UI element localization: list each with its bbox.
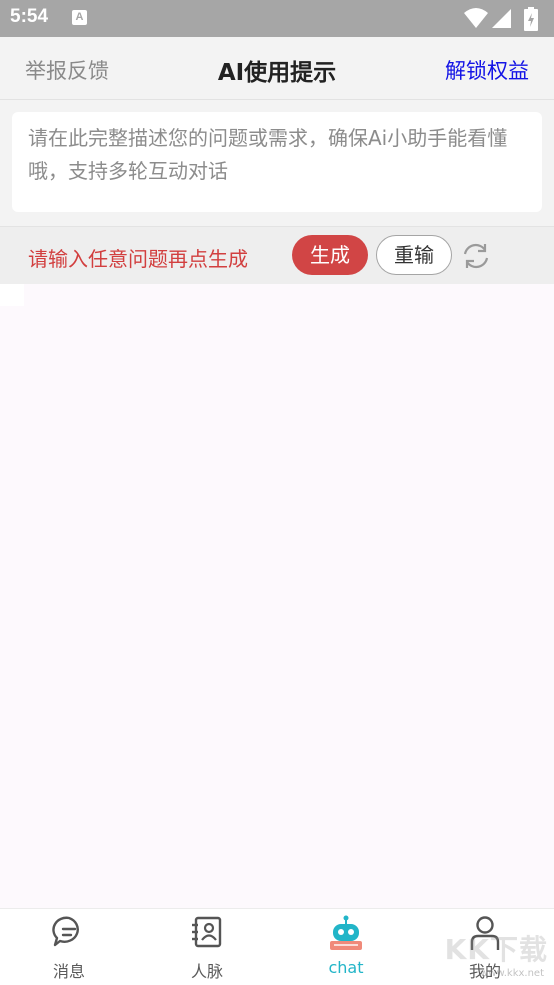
robot-icon [330, 915, 362, 950]
watermark: KK下载 [444, 933, 548, 966]
status-icons [464, 7, 544, 31]
battery-icon [524, 7, 538, 31]
question-placeholder: 请在此完整描述您的问题或需求，确保Ai小助手能看懂哦，支持多轮互动对话 [28, 126, 508, 183]
contacts-icon [192, 916, 222, 948]
action-row: 请输入任意问题再点生成 生成 重输 [0, 226, 554, 284]
status-bar: 5:54 A [0, 0, 554, 37]
status-time: 5:54 [10, 6, 49, 27]
nav-item-messages[interactable]: 消息 [0, 909, 138, 985]
top-header: 举报反馈 AI使用提示 解锁权益 [0, 37, 554, 100]
nav-label-chat: chat [328, 958, 364, 977]
wifi-icon [464, 8, 488, 28]
signal-icon [492, 9, 511, 28]
answer-content-area[interactable] [0, 284, 554, 908]
watermark-url: www.kkx.net [480, 968, 544, 979]
content-placeholder [0, 284, 24, 306]
question-input-wrap: 请在此完整描述您的问题或需求，确保Ai小助手能看懂哦，支持多轮互动对话 [0, 100, 554, 226]
reenter-button[interactable]: 重输 [376, 235, 452, 275]
message-icon [52, 916, 79, 947]
refresh-icon[interactable] [460, 240, 492, 272]
nav-label-messages: 消息 [52, 962, 85, 981]
nav-item-chat[interactable]: chat [277, 909, 415, 985]
nav-label-contacts: 人脉 [190, 962, 223, 981]
nav-item-contacts[interactable]: 人脉 [138, 909, 276, 985]
input-hint: 请输入任意问题再点生成 [28, 247, 248, 271]
unlock-benefits-link[interactable]: 解锁权益 [445, 55, 529, 85]
generate-button[interactable]: 生成 [292, 235, 368, 275]
notification-a-icon: A [72, 10, 87, 25]
question-input[interactable]: 请在此完整描述您的问题或需求，确保Ai小助手能看懂哦，支持多轮互动对话 [12, 112, 542, 212]
